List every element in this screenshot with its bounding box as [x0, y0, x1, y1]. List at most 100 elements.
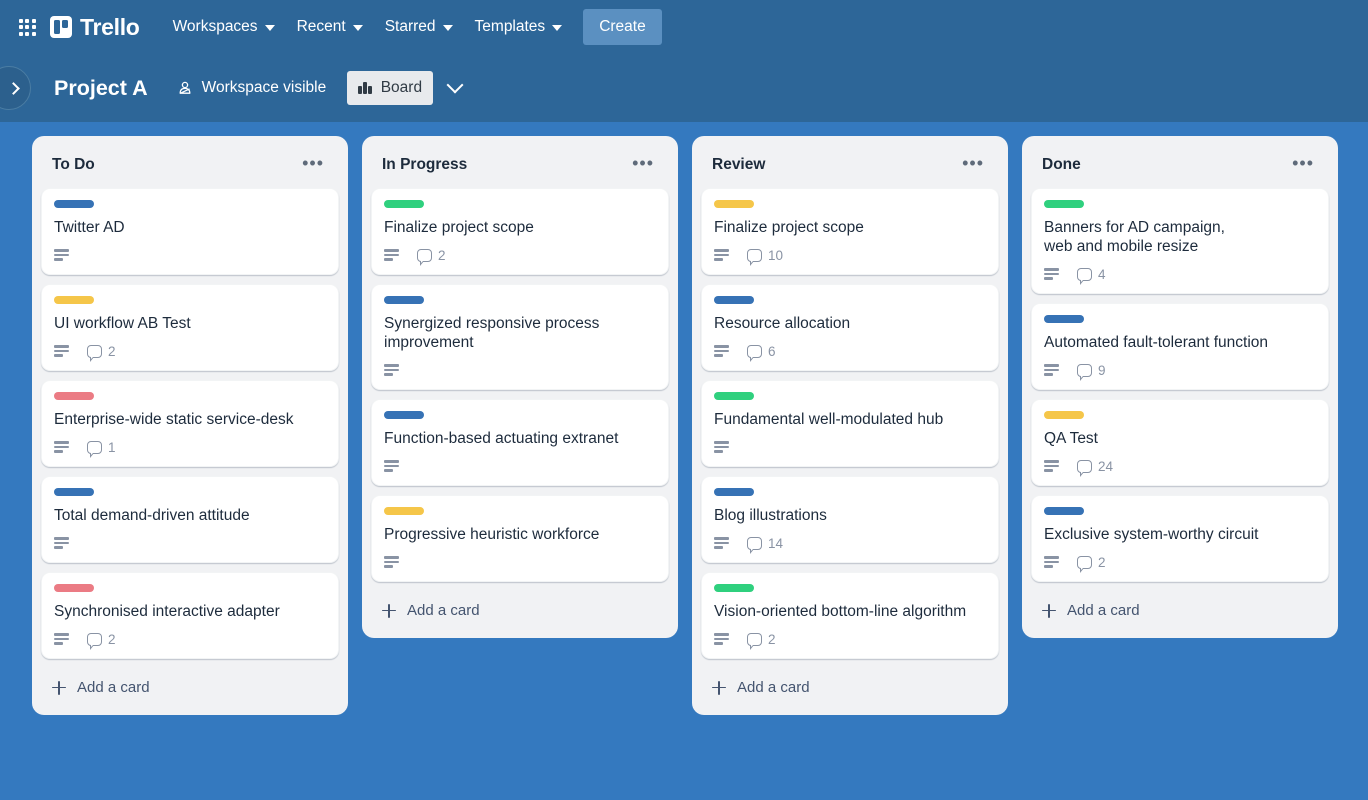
board-canvas: To Do ••• Twitter AD UI workflow AB Test 2 En…	[0, 122, 1368, 800]
list-header: Done •••	[1030, 144, 1330, 188]
chevron-down-icon	[446, 76, 464, 94]
board-card[interactable]: Vision-oriented bottom-line algorithm 2	[701, 572, 999, 659]
board-card[interactable]: Progressive heuristic workforce	[371, 495, 669, 582]
card-label-blue[interactable]	[714, 488, 754, 496]
card-comments-count: 2	[108, 343, 116, 359]
card-badges: 6	[714, 343, 986, 362]
card-label-blue[interactable]	[1044, 315, 1084, 323]
card-comments-count: 14	[768, 535, 784, 551]
card-label-red[interactable]	[54, 584, 94, 592]
board-card[interactable]: QA Test 24	[1031, 399, 1329, 486]
add-card-button[interactable]: Add a card	[700, 668, 1000, 707]
board-visibility-label: Workspace visible	[201, 79, 327, 96]
card-badges	[384, 554, 656, 570]
card-badges	[714, 439, 986, 455]
description-icon	[54, 441, 69, 453]
nav-item-workspaces[interactable]: Workspaces	[162, 11, 286, 43]
card-title: Enterprise-wide static service-desk	[54, 411, 294, 428]
board-title[interactable]: Project A	[46, 71, 156, 106]
board-card[interactable]: Total demand-driven attitude	[41, 476, 339, 563]
board-visibility-button[interactable]: Workspace visible	[166, 71, 338, 105]
list-actions-menu-button[interactable]: •••	[296, 154, 330, 176]
board-view-button[interactable]: Board	[347, 71, 434, 105]
apps-grid-icon[interactable]	[14, 14, 40, 40]
card-description-badge	[384, 556, 399, 568]
board-header: Project A Workspace visible Board	[0, 54, 1368, 122]
board-card[interactable]: Enterprise-wide static service-desk 1	[41, 380, 339, 467]
chevron-down-icon	[552, 25, 563, 31]
trello-logo[interactable]: Trello	[50, 14, 140, 41]
card-badges: 14	[714, 535, 986, 554]
description-icon	[714, 249, 729, 261]
list-title[interactable]: In Progress	[382, 156, 467, 174]
comment-icon	[1077, 267, 1092, 285]
nav-item-recent-label: Recent	[296, 18, 346, 35]
card-comments-count: 1	[108, 439, 116, 455]
card-label-blue[interactable]	[54, 200, 94, 208]
card-title: Synergized responsive process improvemen…	[384, 315, 600, 351]
add-card-button[interactable]: Add a card	[40, 668, 340, 707]
card-label-blue[interactable]	[384, 411, 424, 419]
add-card-label: Add a card	[407, 602, 480, 619]
chevron-down-icon	[264, 25, 275, 31]
card-comments-badge: 2	[87, 632, 116, 650]
card-title: Automated fault-tolerant function	[1044, 334, 1269, 351]
card-label-blue[interactable]	[54, 488, 94, 496]
add-card-label: Add a card	[77, 679, 150, 696]
board-card[interactable]: Synchronised interactive adapter 2	[41, 572, 339, 659]
card-badges: 4	[1044, 266, 1316, 285]
board-card[interactable]: UI workflow AB Test 2	[41, 284, 339, 371]
board-card[interactable]: Resource allocation 6	[701, 284, 999, 371]
add-card-button[interactable]: Add a card	[1030, 591, 1330, 630]
card-description-badge	[54, 249, 69, 261]
card-label-green[interactable]	[384, 200, 424, 208]
board-card[interactable]: Function-based actuating extranet	[371, 399, 669, 486]
list-actions-menu-button[interactable]: •••	[626, 154, 660, 176]
card-label-green[interactable]	[714, 584, 754, 592]
add-card-button[interactable]: Add a card	[370, 591, 670, 630]
card-label-green[interactable]	[714, 392, 754, 400]
create-button[interactable]: Create	[583, 9, 662, 45]
card-title: Fundamental well-modulated hub	[714, 411, 944, 428]
board-card[interactable]: Finalize project scope 2	[371, 188, 669, 275]
board-card[interactable]: Banners for AD campaign, web and mobile …	[1031, 188, 1329, 294]
board-card[interactable]: Synergized responsive process improvemen…	[371, 284, 669, 390]
workspace-visible-icon	[179, 81, 191, 94]
nav-item-templates[interactable]: Templates	[464, 11, 574, 43]
card-label-green[interactable]	[1044, 200, 1084, 208]
comment-icon	[747, 536, 762, 554]
board-card[interactable]: Exclusive system-worthy circuit 2	[1031, 495, 1329, 582]
board-view-dropdown-button[interactable]	[439, 74, 471, 102]
card-label-red[interactable]	[54, 392, 94, 400]
card-badges: 2	[54, 343, 326, 362]
card-label-yellow[interactable]	[714, 200, 754, 208]
card-label-yellow[interactable]	[54, 296, 94, 304]
card-list: Banners for AD campaign, web and mobile …	[1030, 188, 1330, 582]
list-title[interactable]: Review	[712, 156, 765, 174]
board-card[interactable]: Fundamental well-modulated hub	[701, 380, 999, 467]
card-label-yellow[interactable]	[1044, 411, 1084, 419]
card-label-yellow[interactable]	[384, 507, 424, 515]
card-label-blue[interactable]	[384, 296, 424, 304]
nav-item-recent[interactable]: Recent	[286, 11, 374, 43]
card-description-badge	[54, 441, 69, 453]
nav-item-starred[interactable]: Starred	[374, 11, 464, 43]
card-description-badge	[54, 537, 69, 549]
board-card[interactable]: Automated fault-tolerant function 9	[1031, 303, 1329, 390]
list-actions-menu-button[interactable]: •••	[1286, 154, 1320, 176]
card-label-blue[interactable]	[714, 296, 754, 304]
card-label-blue[interactable]	[1044, 507, 1084, 515]
list-actions-menu-button[interactable]: •••	[956, 154, 990, 176]
sidebar-toggle-button[interactable]	[0, 66, 31, 110]
plus-icon	[1042, 603, 1056, 618]
plus-icon	[382, 603, 396, 618]
board-card[interactable]: Finalize project scope 10	[701, 188, 999, 275]
description-icon	[384, 364, 399, 376]
board-card[interactable]: Twitter AD	[41, 188, 339, 275]
board-card[interactable]: Blog illustrations 14	[701, 476, 999, 563]
list-title[interactable]: Done	[1042, 156, 1081, 174]
card-comments-badge: 2	[417, 248, 446, 266]
card-comments-count: 9	[1098, 362, 1106, 378]
list-title[interactable]: To Do	[52, 156, 95, 174]
card-description-badge	[384, 364, 399, 376]
